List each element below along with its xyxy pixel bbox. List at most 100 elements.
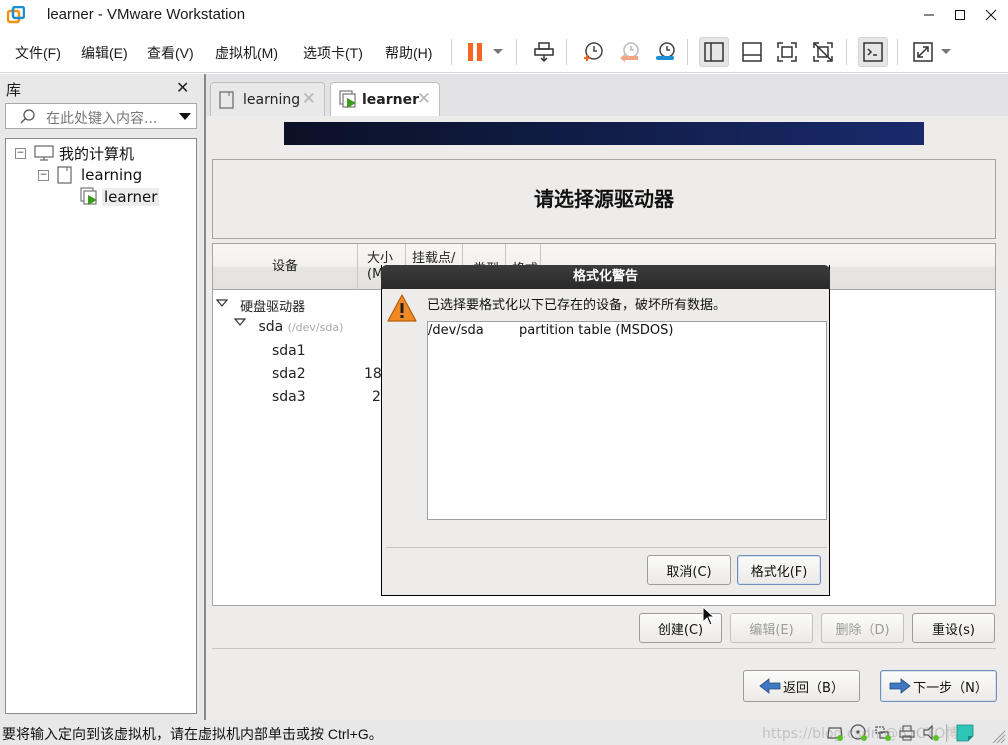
device-list: /dev/sda partition table (MSDOS)	[427, 321, 827, 520]
status-bar: 要将输入定向到该虚拟机，请在虚拟机内部单击或按 Ctrl+G。 https://…	[0, 720, 1008, 745]
title-bar: learner - VMware Workstation	[0, 0, 1008, 31]
hard-disk-icon[interactable]	[826, 724, 844, 742]
delete-button[interactable]: 删除（D)	[821, 613, 904, 643]
arrow-left-icon	[759, 678, 781, 694]
menu-edit[interactable]: 编辑(E)	[81, 43, 128, 63]
dialog-message: 已选择要格式化以下已存在的设备，破坏所有数据。	[427, 298, 727, 313]
tree-item-my-computer[interactable]: − 我的计算机	[15, 142, 134, 164]
library-search-input[interactable]: 在此处键入内容...	[5, 103, 197, 129]
menu-file[interactable]: 文件(F)	[15, 43, 61, 63]
back-button[interactable]: 返回（B）	[743, 670, 860, 702]
snapshot-manager-button[interactable]	[650, 37, 680, 67]
search-dropdown-icon[interactable]	[179, 113, 191, 120]
menu-view[interactable]: 查看(V)	[147, 43, 194, 63]
table-row[interactable]: sda2	[272, 366, 306, 382]
divider	[386, 547, 827, 548]
pause-icon	[468, 43, 482, 61]
maximize-button[interactable]	[945, 4, 975, 26]
toolbar-separator	[846, 39, 847, 65]
pause-button[interactable]	[460, 37, 490, 67]
tree-item-learner[interactable]: learner	[80, 186, 160, 208]
send-ctrl-alt-del-button[interactable]	[529, 37, 559, 67]
console-view-button[interactable]	[858, 37, 888, 67]
tab-close-button[interactable]: ✕	[417, 89, 431, 109]
table-row[interactable]: sda3	[272, 389, 306, 405]
table-row[interactable]: 硬盘驱动器	[216, 296, 305, 315]
format-button[interactable]: 格式化(F)	[737, 555, 821, 585]
power-dropdown-button[interactable]	[488, 37, 508, 67]
vm-running-icon	[339, 90, 356, 108]
dialog-title: 格式化警告	[572, 269, 638, 284]
cancel-button[interactable]: 取消(C)	[647, 555, 731, 585]
column-header-device[interactable]: 设备	[213, 244, 358, 290]
collapse-icon[interactable]: −	[38, 169, 49, 181]
menu-help[interactable]: 帮助(H)	[385, 43, 432, 63]
heading-panel: 请选择源驱动器	[212, 159, 996, 239]
mouse-cursor-icon	[702, 606, 716, 626]
table-row[interactable]: sda1	[272, 343, 306, 359]
unity-icon	[813, 42, 833, 62]
show-library-button[interactable]	[699, 37, 729, 67]
library-tree: − 我的计算机 − learning learner	[5, 138, 197, 714]
full-screen-icon	[777, 42, 797, 62]
toolbar-separator	[897, 39, 898, 65]
vm-icon	[219, 90, 234, 109]
tab-learning[interactable]: learning ✕	[210, 82, 325, 116]
device-note: (/dev/sda)	[287, 321, 344, 334]
tree-item-label: learning	[81, 166, 143, 184]
dialog-title-bar[interactable]: 格式化警告	[381, 265, 830, 289]
device-name: sda3	[272, 389, 306, 405]
status-message: 要将输入定向到该虚拟机，请在虚拟机内部单击或按 Ctrl+G。	[2, 726, 383, 742]
table-row[interactable]: sda (/dev/sda)	[234, 318, 344, 335]
unity-button[interactable]	[808, 37, 838, 67]
menu-vm[interactable]: 虚拟机(M)	[215, 43, 278, 63]
close-icon	[985, 9, 997, 21]
revert-snapshot-button[interactable]	[614, 37, 644, 67]
reset-button[interactable]: 重设(s)	[912, 613, 995, 643]
search-placeholder: 在此处键入内容...	[46, 111, 158, 127]
device-name: sda	[258, 319, 284, 335]
device-size: 18	[364, 366, 382, 382]
sound-icon[interactable]	[922, 724, 940, 742]
expand-triangle-icon[interactable]	[216, 298, 228, 311]
stretch-guest-icon	[913, 42, 933, 62]
installer-banner	[284, 122, 924, 145]
message-icon[interactable]	[956, 724, 974, 742]
expand-triangle-icon[interactable]	[234, 318, 246, 330]
console-view-icon	[863, 42, 883, 62]
next-button[interactable]: 下一步（N）	[880, 670, 997, 702]
close-window-button[interactable]	[976, 4, 1006, 26]
show-thumbnail-bar-button[interactable]	[737, 37, 767, 67]
status-separator	[946, 724, 947, 742]
snapshot-manager-icon	[656, 42, 675, 60]
search-icon	[20, 109, 35, 124]
resize-grip-icon[interactable]	[990, 728, 1006, 744]
take-snapshot-button[interactable]	[578, 37, 608, 67]
show-library-icon	[704, 42, 724, 62]
minimize-button[interactable]	[914, 4, 944, 26]
warning-icon	[387, 294, 417, 322]
minimize-icon	[924, 14, 934, 16]
tree-item-learning[interactable]: − learning	[38, 164, 142, 186]
toolbar-separator	[516, 39, 517, 65]
computer-icon	[34, 145, 54, 161]
stretch-dropdown-button[interactable]	[936, 37, 956, 67]
device-path: /dev/sda	[428, 323, 484, 338]
library-close-button[interactable]: ✕	[176, 78, 189, 97]
tab-learner[interactable]: learner ✕	[330, 82, 440, 117]
edit-button[interactable]: 编辑(E)	[730, 613, 813, 643]
stretch-guest-button[interactable]	[908, 37, 938, 67]
full-screen-button[interactable]	[772, 37, 802, 67]
toolbar-separator	[451, 39, 452, 65]
network-icon[interactable]	[874, 724, 892, 742]
device-name: sda1	[272, 343, 306, 359]
tab-label: learning	[243, 91, 301, 108]
divider	[212, 648, 996, 649]
tab-close-button[interactable]: ✕	[302, 89, 316, 109]
cd-dvd-icon[interactable]	[850, 724, 868, 742]
device-description: partition table (MSDOS)	[519, 323, 674, 338]
menu-tabs[interactable]: 选项卡(T)	[303, 43, 363, 63]
printer-icon[interactable]	[898, 724, 916, 742]
tree-item-label: 我的计算机	[59, 144, 135, 163]
collapse-icon[interactable]: −	[15, 147, 26, 159]
